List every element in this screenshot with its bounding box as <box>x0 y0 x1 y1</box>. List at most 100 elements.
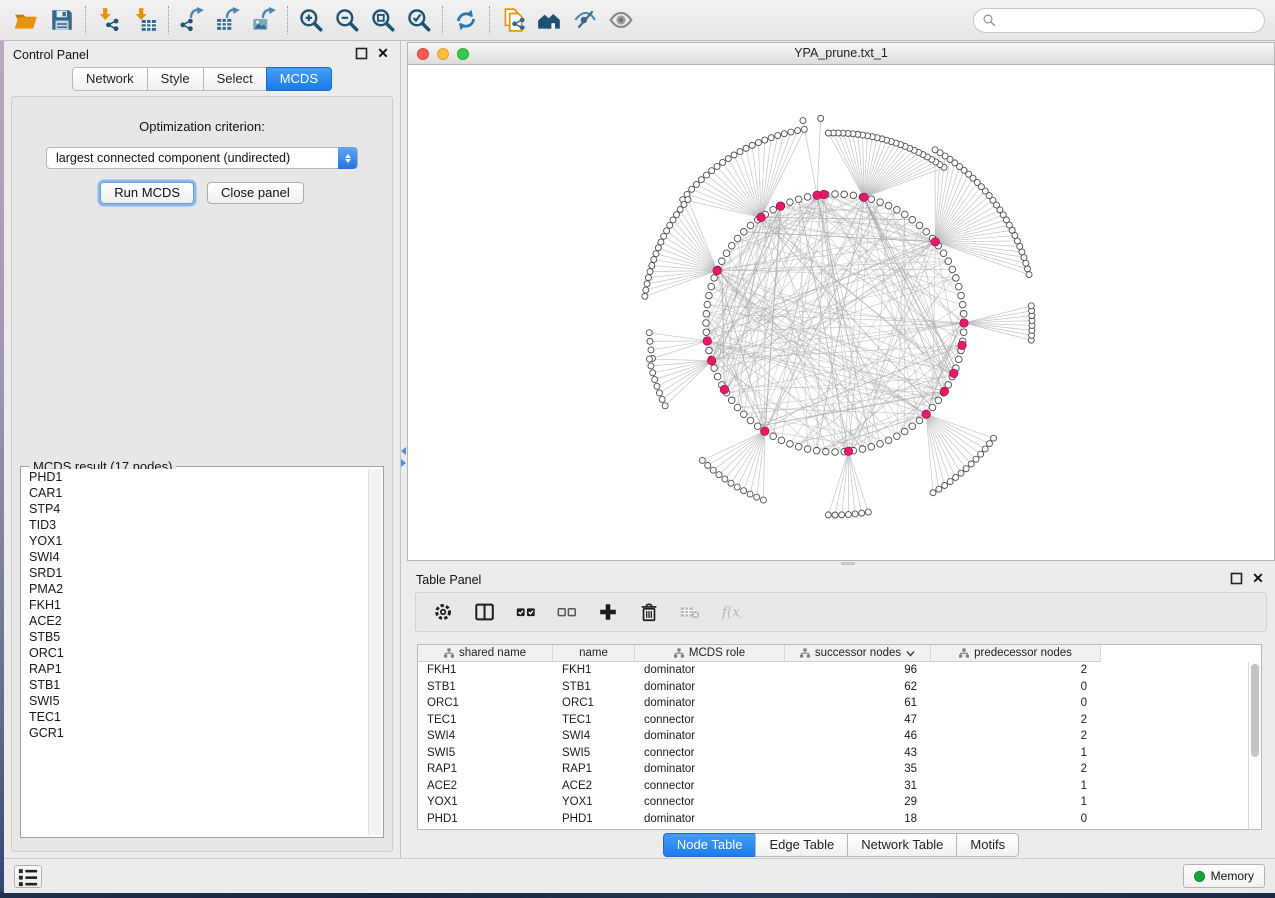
table-cell[interactable]: 2 <box>931 662 1101 679</box>
settings-gear-button[interactable] <box>432 600 456 624</box>
table-cell[interactable]: connector <box>635 778 785 795</box>
graph-node[interactable] <box>747 491 753 497</box>
graph-node[interactable] <box>699 457 705 463</box>
graph-node[interactable] <box>645 275 651 281</box>
show-hide-panels-button[interactable] <box>603 4 639 36</box>
graph-node[interactable] <box>865 509 871 515</box>
graph-node[interactable] <box>832 449 839 456</box>
graph-node[interactable] <box>1026 272 1032 278</box>
graph-node[interactable] <box>930 490 936 496</box>
graph-node[interactable] <box>647 338 653 344</box>
graph-node[interactable] <box>713 266 721 274</box>
table-cell[interactable]: SWI5 <box>553 745 635 762</box>
table-cell[interactable]: 2 <box>931 761 1101 778</box>
graph-node[interactable] <box>770 433 777 440</box>
graph-node[interactable] <box>747 222 754 229</box>
table-cell[interactable]: dominator <box>635 761 785 778</box>
table-row[interactable]: ORC1ORC1dominator610 <box>418 695 1248 712</box>
graph-node[interactable] <box>1028 303 1034 309</box>
graph-node[interactable] <box>703 337 711 345</box>
column-header-MCDS-role[interactable]: MCDS role <box>635 645 785 662</box>
table-cell[interactable]: connector <box>635 745 785 762</box>
graph-node[interactable] <box>761 427 769 435</box>
graph-node[interactable] <box>755 140 761 146</box>
zoom-out-button[interactable] <box>329 4 365 36</box>
graph-node[interactable] <box>722 476 728 482</box>
mcds-result-item[interactable]: TID3 <box>23 517 367 533</box>
graph-node[interactable] <box>658 239 664 245</box>
window-maximize-icon[interactable] <box>457 48 469 60</box>
graph-node[interactable] <box>643 287 649 293</box>
graph-node[interactable] <box>860 193 868 201</box>
search-box[interactable] <box>973 8 1265 33</box>
table-cell[interactable]: connector <box>635 712 785 729</box>
graph-node[interactable] <box>788 129 794 135</box>
graph-node[interactable] <box>743 145 749 151</box>
tab-node-table[interactable]: Node Table <box>663 833 757 857</box>
mcds-result-item[interactable]: STB1 <box>23 677 367 693</box>
table-cell[interactable]: ACE2 <box>553 778 635 795</box>
graph-node[interactable] <box>800 118 806 124</box>
graph-node[interactable] <box>940 250 947 257</box>
graph-node[interactable] <box>653 251 659 257</box>
graph-node[interactable] <box>734 404 741 411</box>
graph-node[interactable] <box>868 443 875 450</box>
open-file-button[interactable] <box>8 4 44 36</box>
window-close-icon[interactable] <box>417 48 429 60</box>
graph-node[interactable] <box>703 172 709 178</box>
graph-node[interactable] <box>916 417 923 424</box>
graph-node[interactable] <box>703 329 710 336</box>
graph-node[interactable] <box>734 235 741 242</box>
splitter-collapse-right-icon[interactable] <box>401 459 406 467</box>
network-graph[interactable] <box>408 65 1274 560</box>
graph-node[interactable] <box>698 177 704 183</box>
memory-button[interactable]: Memory <box>1183 864 1265 888</box>
graph-node[interactable] <box>845 512 851 518</box>
graph-node[interactable] <box>949 266 956 273</box>
tab-mcds[interactable]: MCDS <box>266 67 332 91</box>
mcds-result-item[interactable]: STP4 <box>23 501 367 517</box>
graph-node[interactable] <box>720 159 726 165</box>
graph-node[interactable] <box>804 194 811 201</box>
graph-node[interactable] <box>901 428 908 435</box>
mcds-result-item[interactable]: ORC1 <box>23 645 367 661</box>
graph-node[interactable] <box>841 191 848 198</box>
graph-node[interactable] <box>923 228 930 235</box>
table-cell[interactable]: dominator <box>635 728 785 745</box>
graph-node[interactable] <box>868 196 875 203</box>
column-header-shared-name[interactable]: shared name <box>418 645 553 662</box>
graph-node[interactable] <box>885 437 892 444</box>
graph-node[interactable] <box>709 168 715 174</box>
graph-node[interactable] <box>740 411 747 418</box>
graph-node[interactable] <box>932 147 938 153</box>
table-row[interactable]: SWI5SWI5connector431 <box>418 745 1248 762</box>
graph-node[interactable] <box>813 447 820 454</box>
table-cell[interactable]: SWI5 <box>418 745 553 762</box>
graph-node[interactable] <box>968 461 974 467</box>
graph-node[interactable] <box>1023 260 1029 266</box>
network-canvas[interactable] <box>408 65 1274 560</box>
graph-node[interactable] <box>704 301 711 308</box>
mcds-result-item[interactable]: STB5 <box>23 629 367 645</box>
graph-node[interactable] <box>955 356 962 363</box>
graph-node[interactable] <box>693 181 699 187</box>
graph-node[interactable] <box>1021 255 1027 261</box>
tab-motifs[interactable]: Motifs <box>956 833 1019 857</box>
tab-edge-table[interactable]: Edge Table <box>755 833 848 857</box>
mcds-result-item[interactable]: PHD1 <box>23 469 367 485</box>
graph-node[interactable] <box>982 446 988 452</box>
graph-node[interactable] <box>818 115 824 121</box>
graph-node[interactable] <box>714 373 721 380</box>
graph-node[interactable] <box>644 281 650 287</box>
table-cell[interactable]: ORC1 <box>553 695 635 712</box>
graph-node[interactable] <box>832 191 839 198</box>
tab-select[interactable]: Select <box>203 67 267 91</box>
graph-node[interactable] <box>770 206 777 213</box>
refresh-layout-button[interactable] <box>448 4 484 36</box>
graph-node[interactable] <box>850 192 857 199</box>
graph-node[interactable] <box>737 149 743 155</box>
network-window-titlebar[interactable]: YPA_prune.txt_1 <box>408 43 1274 65</box>
mcds-result-item[interactable]: YOX1 <box>23 533 367 549</box>
mcds-result-item[interactable]: TEC1 <box>23 709 367 725</box>
close-panel-icon[interactable]: ✕ <box>1251 570 1265 586</box>
